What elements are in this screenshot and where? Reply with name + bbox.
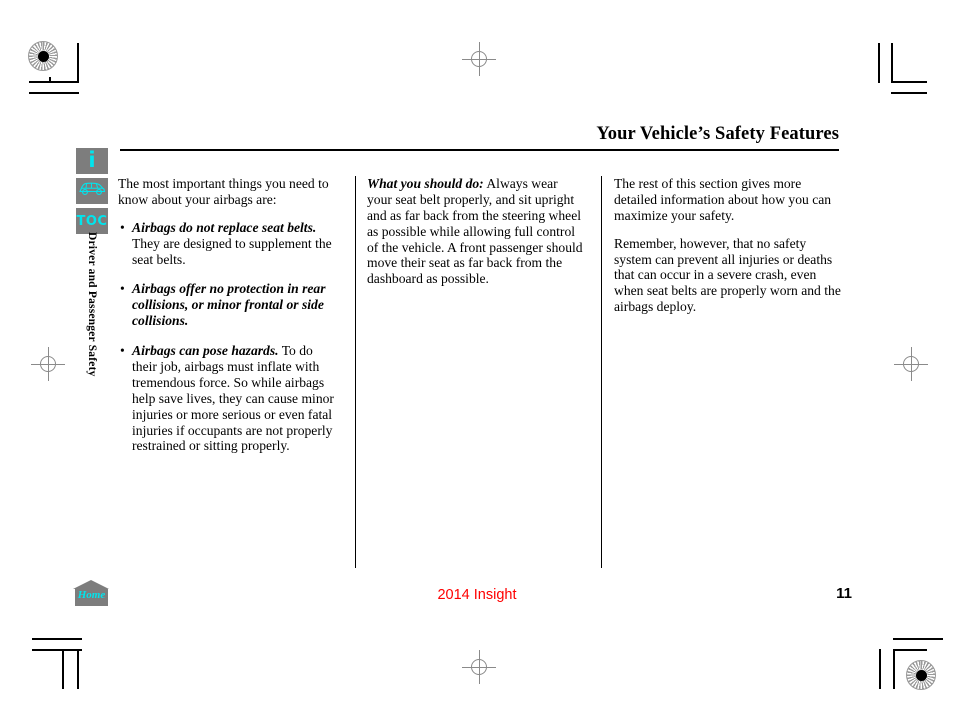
list-item: Airbags do not replace seat belts. They … (118, 220, 340, 268)
crop-mark-bottom-left-vertical-inner (62, 649, 64, 689)
crop-mark-top-left-horizontal-outer (29, 92, 79, 94)
crop-mark-bottom-left-horizontal-inner (32, 649, 82, 651)
model-name: 2014 Insight (437, 587, 517, 603)
crosshair-bottom-center (462, 650, 496, 684)
crop-mark-bottom-right-horizontal-inner (893, 649, 927, 651)
list-item: Airbags offer no protection in rear coll… (118, 281, 340, 329)
crop-mark-bottom-left-horizontal-outer (32, 638, 82, 640)
what-you-should-do-lead: What you should do: (367, 176, 484, 191)
column-1: The most important things you need to kn… (118, 176, 358, 568)
crosshair-right-center (894, 347, 928, 381)
crop-mark-top-left-horizontal-inner (29, 81, 79, 83)
crop-mark-top-right-horizontal-outer (891, 92, 927, 94)
vehicle-tab-button[interactable] (76, 178, 108, 204)
column-2: What you should do: Always wear your sea… (358, 176, 603, 568)
crop-mark-bottom-right-horizontal-outer (893, 638, 943, 640)
toc-tab-button[interactable]: TOC (76, 208, 108, 234)
list-item-lead: Airbags offer no protection in rear coll… (132, 281, 326, 329)
intro-paragraph: The most important things you need to kn… (118, 176, 329, 207)
crosshair-left-center (31, 347, 65, 381)
crop-mark-top-right-horizontal-inner (891, 81, 927, 83)
car-outline-icon (78, 181, 106, 201)
what-you-should-do-rest: Always wear your seat belt properly, and… (367, 176, 583, 287)
crop-mark-bottom-left-vertical-outer (77, 649, 79, 689)
sidebar-tab-rail: i TOC (76, 148, 108, 238)
column-3: The rest of this section gives more deta… (603, 176, 842, 568)
crop-mark-bottom-right-vertical-inner (893, 649, 895, 689)
header-divider-rule (120, 149, 839, 151)
list-item-lead: Airbags can pose hazards. (132, 343, 279, 359)
what-you-should-do-paragraph: What you should do: Always wear your sea… (367, 176, 585, 287)
crosshair-top-center (462, 42, 496, 76)
crop-mark-top-left-vertical-inner (77, 43, 79, 83)
content-columns: The most important things you need to kn… (118, 176, 842, 568)
section-side-label: Driver and Passenger Safety (76, 232, 108, 402)
crop-mark-top-right-vertical-outer (878, 43, 880, 83)
registration-target-top-left (28, 41, 58, 71)
toc-icon: TOC (76, 213, 108, 229)
airbag-facts-list: Airbags do not replace seat belts. They … (118, 220, 340, 455)
info-tab-button[interactable]: i (76, 148, 108, 174)
crop-mark-bottom-right-vertical-outer (879, 649, 881, 689)
list-item-rest: They are designed to supplement the seat… (132, 235, 332, 267)
page-title: Your Vehicle’s Safety Features (596, 124, 839, 144)
section-overview-paragraph: The rest of this section gives more deta… (614, 176, 832, 223)
info-icon: i (88, 148, 96, 172)
page-number: 11 (836, 585, 852, 602)
safety-reminder-paragraph: Remember, however, that no safety system… (614, 235, 841, 315)
section-side-label-text: Driver and Passenger Safety (86, 232, 98, 377)
list-item-rest: To do their job, airbags must inflate wi… (132, 343, 334, 454)
registration-target-bottom-right (906, 660, 936, 690)
crop-mark-top-right-vertical-inner (891, 43, 893, 83)
list-item: Airbags can pose hazards. To do their jo… (118, 343, 340, 454)
list-item-lead: Airbags do not replace seat belts. (132, 219, 317, 235)
